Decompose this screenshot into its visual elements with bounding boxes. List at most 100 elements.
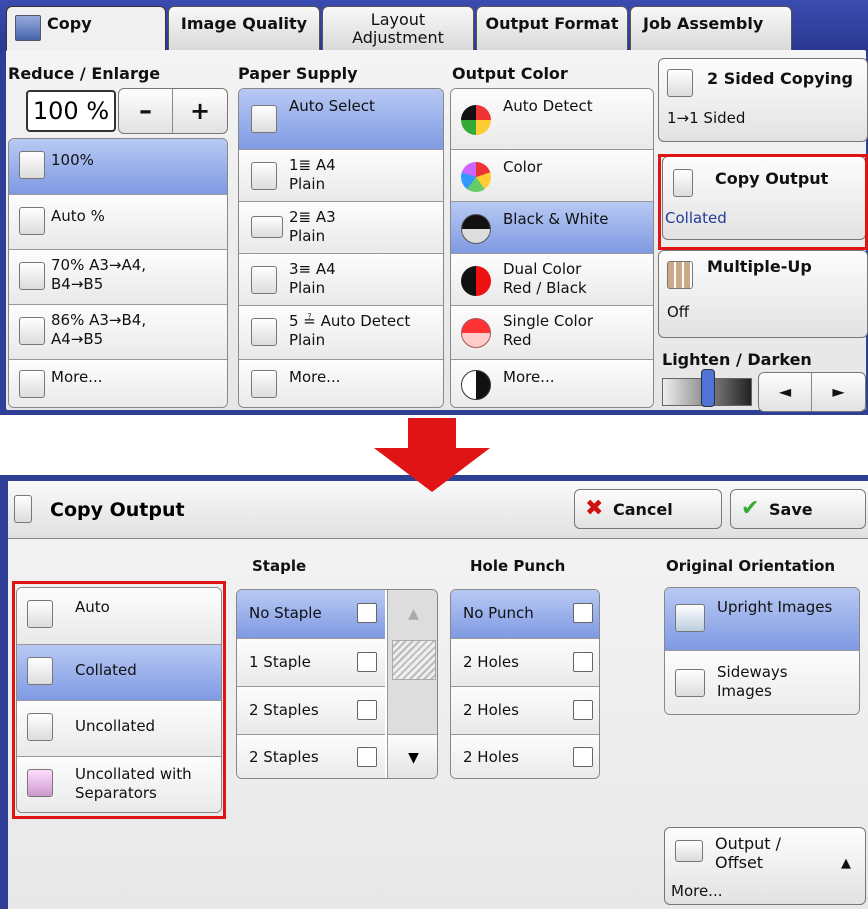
zoom-value-field[interactable]: 100 %	[26, 90, 116, 132]
paper-more-item[interactable]: More...	[239, 359, 443, 407]
zoom-100-item[interactable]: 100%	[9, 139, 227, 194]
paper-tray-3-type: Plain	[289, 279, 326, 297]
staple-scrollbar[interactable]: ▲ ▼	[387, 590, 437, 778]
staple-scroll-thumb[interactable]	[392, 640, 436, 680]
lighter-button[interactable]: ◄	[759, 373, 812, 411]
color-dual-label: Dual Color	[503, 260, 582, 278]
zoom-86-item[interactable]: 86% A3→B4, A4→B5	[9, 304, 227, 359]
tab-copy[interactable]: Copy	[6, 6, 166, 52]
reduce-icon	[19, 262, 45, 290]
copy-output-button[interactable]: Copy Output Collated	[662, 156, 866, 240]
darker-button[interactable]: ►	[812, 373, 865, 411]
upright-images-icon	[675, 604, 705, 632]
color-auto-detect-item[interactable]: Auto Detect	[451, 89, 653, 149]
two-sided-copying-button[interactable]: 2 Sided Copying 1→1 Sided	[658, 58, 868, 142]
paper-tray-2-label: 2≣ A3	[289, 208, 336, 226]
zoom-more-label: More...	[51, 368, 103, 386]
collation-separators-item[interactable]: Uncollated with Separators	[17, 756, 221, 812]
auto-select-icon	[251, 105, 277, 133]
color-more-item[interactable]: More...	[451, 359, 653, 407]
tab-image-quality[interactable]: Image Quality	[168, 6, 320, 52]
plus-button[interactable]: +	[173, 89, 227, 133]
more-zoom-icon	[19, 370, 45, 398]
staple-two-left-item[interactable]: 2 Staples	[237, 686, 385, 734]
paper-tray-5-item[interactable]: 5 ≟ Auto Detect Plain	[239, 305, 443, 359]
punch-none-label: No Punch	[463, 604, 534, 622]
zoom-70-item[interactable]: 70% A3→A4, B4→B5	[9, 249, 227, 304]
multiple-up-title: Multiple-Up	[707, 257, 812, 276]
orientation-sideways-item[interactable]: Sideways Images	[665, 650, 859, 714]
staple-two-top-item[interactable]: 2 Staples	[237, 734, 385, 778]
orientation-sideways-label: Sideways Images	[717, 663, 788, 700]
two-holes-right-icon	[573, 747, 593, 767]
color-dual-item[interactable]: Dual Color Red / Black	[451, 253, 653, 305]
punch-two-top-item[interactable]: 2 Holes	[451, 686, 599, 734]
staple-scroll-up-button[interactable]: ▲	[388, 590, 437, 638]
collation-auto-label: Auto	[75, 598, 110, 616]
color-wheel-icon	[461, 162, 491, 192]
output-offset-button[interactable]: Output / Offset More... ▲	[664, 827, 866, 905]
cancel-x-icon: ✖	[585, 496, 604, 521]
staple-none-item[interactable]: No Staple	[237, 590, 385, 638]
punch-none-item[interactable]: No Punch	[451, 590, 599, 638]
collation-collated-item[interactable]: Collated	[17, 644, 221, 700]
color-black-white-item[interactable]: Black & White	[451, 201, 653, 253]
save-button[interactable]: ✔ Save	[730, 489, 866, 529]
collated-icon	[27, 657, 53, 685]
tab-job-assembly[interactable]: Job Assembly	[630, 6, 792, 52]
zoom-more-item[interactable]: More...	[9, 359, 227, 407]
tray-icon	[251, 266, 277, 294]
color-single-item[interactable]: Single Color Red	[451, 305, 653, 359]
staple-one-item[interactable]: 1 Staple	[237, 638, 385, 686]
arrow-down-icon	[408, 418, 456, 450]
save-check-icon: ✔	[741, 496, 760, 521]
slider-thumb[interactable]	[701, 369, 715, 407]
paper-tray-2-item[interactable]: 2≣ A3 Plain	[239, 201, 443, 253]
paper-tray-5-label: 5 ≟ Auto Detect	[289, 312, 411, 330]
punch-two-top-label: 2 Holes	[463, 701, 519, 719]
collation-auto-item[interactable]: Auto	[17, 588, 221, 644]
tab-job-assembly-label: Job Assembly	[643, 14, 764, 33]
punch-two-right-label: 2 Holes	[463, 748, 519, 766]
two-sided-icon	[667, 69, 693, 97]
copy-icon	[15, 15, 41, 41]
lighten-darken-slider[interactable]	[662, 369, 752, 407]
paper-tray-1-type: Plain	[289, 175, 326, 193]
auto-detect-icon	[461, 105, 491, 135]
zoom-86-sublabel: A4→B5	[51, 330, 104, 348]
output-offset-more: More...	[671, 882, 723, 900]
paper-tray-5-type: Plain	[289, 331, 326, 349]
punch-two-right-item[interactable]: 2 Holes	[451, 734, 599, 778]
color-full-item[interactable]: Color	[451, 149, 653, 201]
copy-output-title: Copy Output	[715, 169, 829, 188]
collation-uncollated-label: Uncollated	[75, 717, 156, 735]
copy-output-value: Collated	[665, 209, 727, 227]
output-color-list: Auto Detect Color Black & White Dual Col…	[450, 88, 654, 408]
color-single-label: Single Color	[503, 312, 594, 330]
copy-output-icon	[14, 495, 32, 523]
paper-auto-select-label: Auto Select	[289, 97, 375, 115]
collation-uncollated-item[interactable]: Uncollated	[17, 700, 221, 756]
paper-tray-3-label: 3≡ A4	[289, 260, 336, 278]
paper-tray-1-item[interactable]: 1≣ A4 Plain	[239, 149, 443, 201]
tab-output-format[interactable]: Output Format	[476, 6, 628, 52]
staple-scroll-down-button[interactable]: ▼	[388, 734, 437, 778]
orientation-list: Upright Images Sideways Images	[664, 587, 860, 715]
punch-two-side-item[interactable]: 2 Holes	[451, 638, 599, 686]
minus-button[interactable]: –	[119, 89, 173, 133]
collation-list: Auto Collated Uncollated Uncollated with…	[16, 587, 222, 813]
paper-auto-select-item[interactable]: Auto Select	[239, 89, 443, 149]
tab-layout-adjustment-label: Layout Adjustment	[352, 10, 444, 47]
copy-screen: Copy Image Quality Layout Adjustment Out…	[0, 0, 868, 415]
punch-two-side-label: 2 Holes	[463, 653, 519, 671]
zoom-auto-item[interactable]: Auto %	[9, 194, 227, 249]
bypass-tray-icon	[251, 318, 277, 346]
paper-tray-3-item[interactable]: 3≡ A4 Plain	[239, 253, 443, 305]
tab-layout-adjustment[interactable]: Layout Adjustment	[322, 6, 474, 52]
orientation-upright-item[interactable]: Upright Images	[665, 588, 859, 650]
output-tray-icon	[675, 840, 703, 862]
cancel-button[interactable]: ✖ Cancel	[574, 489, 722, 529]
zoom-86-label: 86% A3→B4,	[51, 311, 147, 329]
dual-color-icon	[461, 266, 491, 296]
multiple-up-button[interactable]: Multiple-Up Off	[658, 250, 868, 338]
